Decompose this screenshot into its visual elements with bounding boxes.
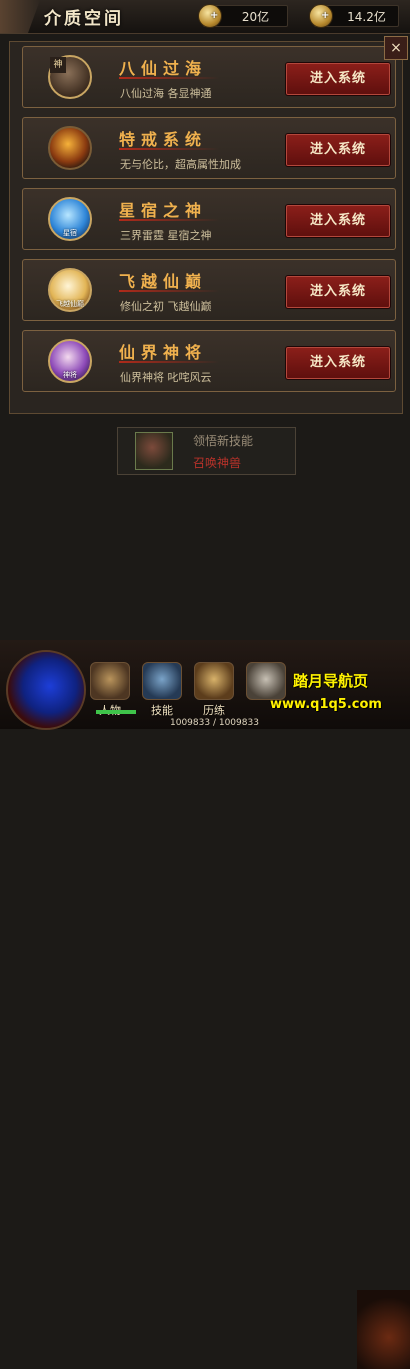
system-row-shenjiang: 神将 仙界神将 仙界神将 叱咤风云 进入系统: [22, 330, 396, 392]
title-ornament: [0, 0, 40, 33]
system-name: 仙界神将: [119, 343, 208, 362]
skill-book-icon: [142, 662, 182, 700]
system-name: 特戒系统: [119, 130, 208, 149]
avatar-tag: 飞越仙巅: [56, 300, 84, 308]
avatar-tag: 星宿: [63, 229, 77, 237]
nav-label: 历练: [203, 704, 225, 717]
training-icon: [194, 662, 234, 700]
avatar-tag: 神将: [63, 371, 77, 379]
system-row-feiyue: 飞越仙巅 飞越仙巅 修仙之初 飞越仙巅 进入系统: [22, 259, 396, 321]
equipment-icon: [246, 662, 286, 700]
system-name: 飞越仙巅: [119, 272, 208, 291]
currency-value-1: 20亿: [241, 10, 270, 24]
summon-beast-label[interactable]: 召唤神兽: [193, 454, 241, 471]
close-button[interactable]: ×: [384, 36, 408, 60]
currency-value-2: 14.2亿: [347, 10, 386, 24]
currency-gold-1[interactable]: + 20亿: [198, 4, 288, 28]
enter-system-button[interactable]: 进入系统: [285, 62, 391, 96]
currency-gold-2[interactable]: + 14.2亿: [309, 4, 399, 28]
beast-portrait-icon: [135, 432, 173, 470]
add-icon[interactable]: +: [210, 10, 218, 21]
page-title: 介质空间: [44, 9, 124, 29]
system-desc: 无与伦比，超高属性加成: [120, 158, 241, 171]
character-icon: [90, 662, 130, 700]
hp-readout: 1009833 / 1009833: [170, 718, 259, 728]
system-name: 八仙过海: [119, 59, 208, 78]
watermark-text: 踏月导航页: [293, 672, 369, 690]
winged-immortal-icon: 飞越仙巅: [48, 268, 92, 312]
enter-system-button[interactable]: 进入系统: [285, 204, 391, 238]
title-underline: [119, 148, 219, 150]
system-row-baxian: 神 八仙过海 八仙过海 各显神通 进入系统: [22, 46, 396, 108]
title-underline: [119, 219, 219, 221]
system-row-xingxiu: 星宿 星宿之神 三界雷霆 星宿之神 进入系统: [22, 188, 396, 250]
star-constellation-icon: 星宿: [48, 197, 92, 241]
title-underline: [119, 77, 219, 79]
enter-system-button[interactable]: 进入系统: [285, 275, 391, 309]
flame-ring-icon: [48, 126, 92, 170]
divine-general-icon: 神将: [48, 339, 92, 383]
system-list-panel: 神 八仙过海 八仙过海 各显神通 进入系统 特戒系统 无与伦比，超高属性加成 进…: [9, 41, 403, 414]
title-underline: [119, 361, 219, 363]
nav-label: 技能: [151, 704, 173, 717]
nav-training[interactable]: 历练: [190, 662, 238, 718]
avatar-tag: 神: [50, 57, 66, 73]
title-underline: [119, 290, 219, 292]
system-desc: 修仙之初 飞越仙巅: [120, 300, 212, 313]
system-desc: 三界雷霆 星宿之神: [120, 229, 212, 242]
hp-mp-orb: [6, 650, 86, 730]
enter-system-button[interactable]: 进入系统: [285, 346, 391, 380]
system-name: 星宿之神: [119, 201, 208, 220]
immortal-avatar-icon: 神: [48, 55, 92, 99]
nav-skills[interactable]: 技能: [138, 662, 186, 718]
exp-bar: [96, 710, 136, 714]
ornament-decoration: [357, 1290, 410, 1369]
skill-panel[interactable]: 领悟新技能 召唤神兽: [117, 427, 296, 475]
enter-system-button[interactable]: 进入系统: [285, 133, 391, 167]
watermark-url: www.q1q5.com: [270, 697, 382, 712]
system-desc: 仙界神将 叱咤风云: [120, 371, 212, 384]
add-icon[interactable]: +: [321, 10, 329, 21]
system-row-tejie: 特戒系统 无与伦比，超高属性加成 进入系统: [22, 117, 396, 179]
top-header: 介质空间 + 20亿 + 14.2亿: [0, 0, 410, 34]
learn-skill-label[interactable]: 领悟新技能: [193, 432, 253, 449]
system-desc: 八仙过海 各显神通: [120, 87, 212, 100]
